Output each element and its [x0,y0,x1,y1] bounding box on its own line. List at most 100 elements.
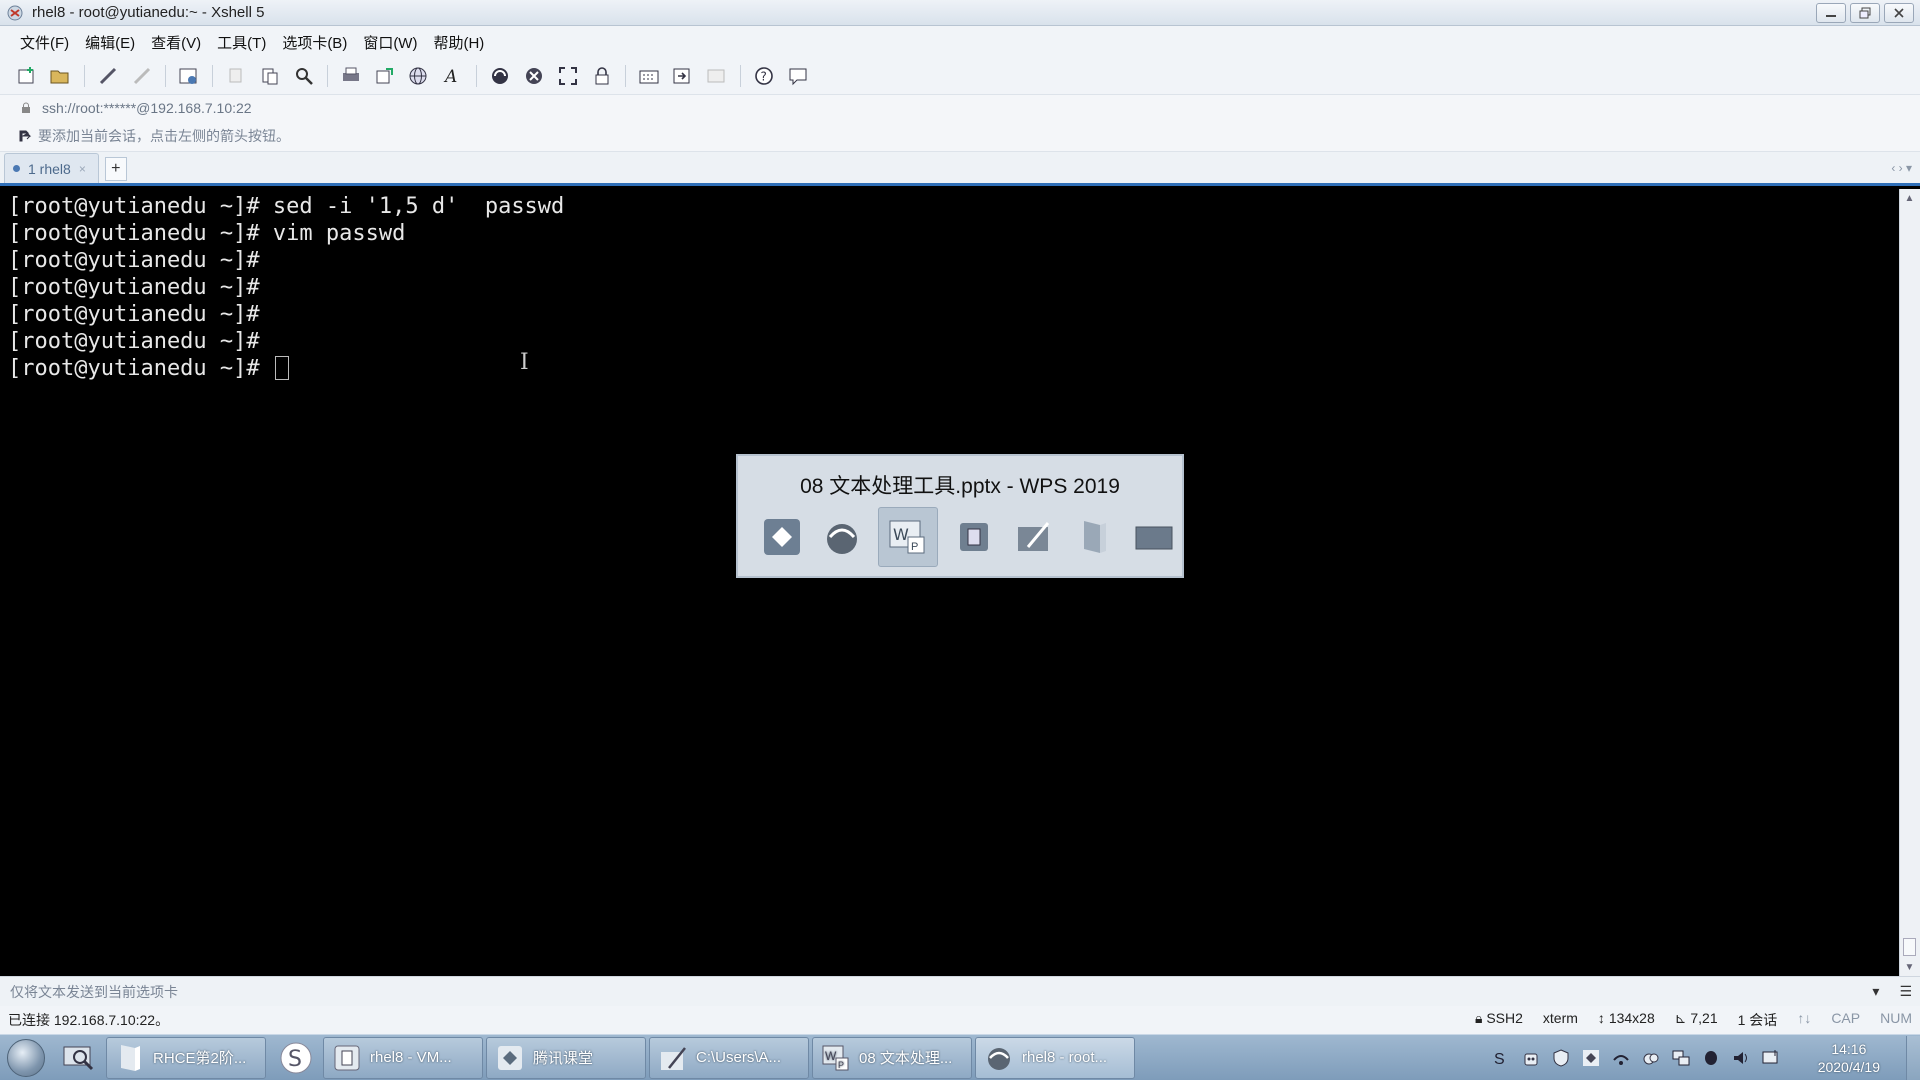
terminal-scrollbar[interactable]: ▲ ▼ [1899,189,1920,976]
desktop-icon[interactable] [1130,513,1178,561]
keyboard-icon [639,70,659,84]
xshell-icon[interactable] [818,513,866,561]
menu-tools[interactable]: 工具(T) [209,32,274,53]
magnifier-desktop-icon [63,1046,94,1070]
copy-icon [229,68,242,83]
copy-button[interactable] [223,63,249,89]
shield-icon[interactable] [1550,1047,1572,1069]
xmanager-button[interactable] [521,63,547,89]
menu-edit[interactable]: 编辑(E) [77,32,143,53]
print-button[interactable] [338,63,364,89]
cloud-sync-icon[interactable] [1640,1047,1662,1069]
menu-file[interactable]: 文件(F) [12,32,77,53]
taskbar-item-tencent[interactable]: 腾讯课堂 [486,1036,646,1079]
windows-start-icon [7,1038,45,1077]
terminal-line: [root@yutianedu ~]# [8,248,260,273]
action-center-icon[interactable] [1760,1047,1782,1069]
fullscreen-button[interactable] [555,63,581,89]
reconnect-button[interactable] [176,63,202,89]
arrow-right-icon[interactable] [18,129,32,143]
taskbar-item-explorer[interactable]: C:\Users\A... [649,1036,809,1079]
toolbar-separator [84,65,85,87]
compose-bar[interactable]: 仅将文本发送到当前选项卡 ▾ ☰ [0,976,1920,1006]
feedback-button[interactable] [785,63,811,89]
volume-icon[interactable] [1730,1047,1752,1069]
num-lock-indicator: NUM [1880,1010,1912,1026]
close-icon [1894,7,1904,18]
taskbar-item-vmware[interactable]: rhel8 - VM... [323,1036,483,1079]
quick-launch-button[interactable] [52,1036,106,1080]
qq-icon[interactable] [1700,1047,1722,1069]
add-session-icon [673,68,690,84]
sogou-input-icon[interactable]: S [1490,1047,1512,1069]
quick-launch-sogou[interactable]: S [269,1036,323,1080]
network-icon[interactable] [1670,1047,1692,1069]
xftp-button[interactable] [487,63,513,89]
new-tab-button[interactable]: + [104,157,127,181]
terminal-cursor [274,356,289,380]
wps-presentation-icon: WP [821,1043,851,1073]
toolbar-separator [165,65,166,87]
connect-icon [99,67,117,85]
compose-dropdown-icon[interactable]: ▾ [1872,983,1879,1000]
caps-lock-indicator: CAP [1831,1010,1861,1026]
taskbar-item-rhce[interactable]: RHCE第2阶... [106,1036,266,1079]
system-clock[interactable]: 14:16 2020/4/19 [1818,1040,1880,1076]
paste-icon [262,68,278,85]
font-button[interactable]: A [440,63,466,89]
scroll-down-icon[interactable]: ▼ [1900,958,1919,976]
add-to-session-button[interactable] [670,63,696,89]
terminal-line: [root@yutianedu ~]# [8,329,260,354]
vmware-icon[interactable] [950,513,998,561]
compose-menu-icon[interactable]: ☰ [1899,983,1912,1000]
taskbar-item-wps[interactable]: W P 08 文本处理... [812,1036,972,1079]
menu-tabs[interactable]: 选项卡(B) [274,32,355,53]
restore-button[interactable] [1850,2,1880,23]
compose-bar-text: 仅将文本发送到当前选项卡 [10,983,178,1000]
minimize-button[interactable] [1816,2,1846,23]
document-icon[interactable] [1070,513,1118,561]
tab-close-icon[interactable]: × [79,162,86,176]
scroll-thumb[interactable] [1903,938,1916,956]
transfer-button[interactable] [372,63,398,89]
tencent-classroom-icon[interactable] [758,513,806,561]
taskbar-item-xshell[interactable]: rhel8 - root... [975,1036,1135,1079]
globe-button[interactable] [406,63,432,89]
connect-button[interactable] [95,63,121,89]
menu-view[interactable]: 查看(V) [143,32,209,53]
scroll-up-icon[interactable]: ▲ [1900,189,1919,207]
robot-icon[interactable] [1520,1047,1542,1069]
disconnect-button[interactable] [129,63,155,89]
close-button[interactable] [1884,2,1914,23]
text-cursor-icon: I [520,350,529,375]
lock-button[interactable] [589,63,615,89]
tencent-classroom-tray-icon[interactable] [1580,1047,1602,1069]
terminal-area[interactable]: [root@yutianedu ~]# sed -i '1,5 d' passw… [0,189,1899,976]
layout-button[interactable] [704,63,730,89]
menu-help[interactable]: 帮助(H) [425,32,492,53]
start-button[interactable] [0,1036,52,1080]
svg-text:S: S [1494,1051,1505,1068]
address-bar[interactable]: ssh://root:******@192.168.7.10:22 [0,94,1920,120]
paste-button[interactable] [257,63,283,89]
open-button[interactable] [48,63,74,89]
xshell-icon [984,1043,1014,1073]
tab-navigation[interactable]: ‹ › ▾ [1891,161,1920,183]
keyboard-button[interactable] [636,63,662,89]
lock-icon [595,67,609,85]
explorer-edit-icon[interactable] [1010,513,1058,561]
tencent-classroom-icon [495,1043,525,1073]
help-button[interactable]: ? [751,63,777,89]
terminal-line: [root@yutianedu ~]# [8,275,260,300]
help-icon: ? [755,67,773,85]
chat-bubble-icon [789,68,807,86]
tab-rhel8[interactable]: 1 rhel8 × [4,153,99,183]
find-button[interactable] [291,63,317,89]
new-session-button[interactable] [14,63,40,89]
wifi-icon[interactable] [1610,1047,1632,1069]
show-desktop-button[interactable] [1906,1035,1920,1080]
document-icon [115,1043,145,1073]
terminal-size: ↕ 134x28 [1597,1010,1655,1026]
menu-window[interactable]: 窗口(W) [355,32,425,53]
wps-presentation-icon[interactable]: WP [878,507,938,567]
